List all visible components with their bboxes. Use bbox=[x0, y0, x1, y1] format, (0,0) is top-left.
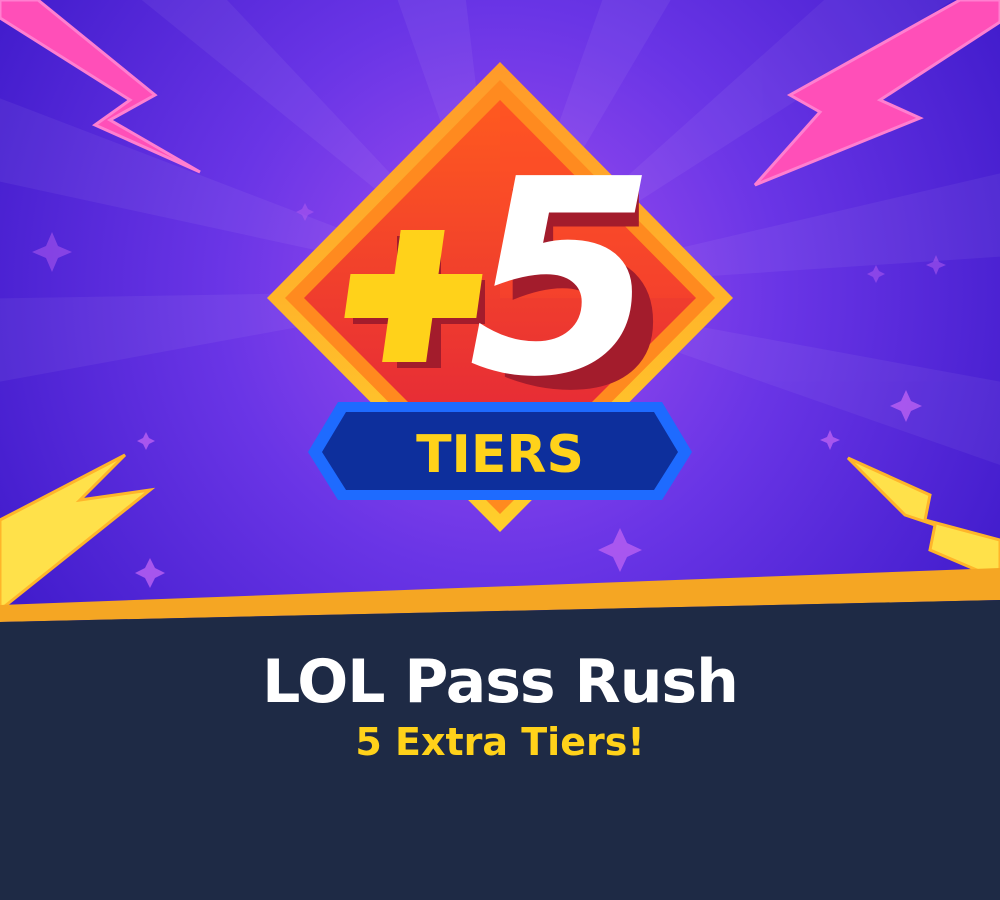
bonus-number: 5 bbox=[468, 121, 656, 436]
offer-text: LOL Pass Rush 5 Extra Tiers! bbox=[0, 640, 1000, 764]
ribbon-label: TIERS bbox=[416, 425, 584, 485]
promo-artwork: 5 5 TIERS bbox=[0, 0, 1000, 900]
offer-title: LOL Pass Rush bbox=[262, 647, 739, 717]
offer-subtitle: 5 Extra Tiers! bbox=[355, 720, 645, 764]
